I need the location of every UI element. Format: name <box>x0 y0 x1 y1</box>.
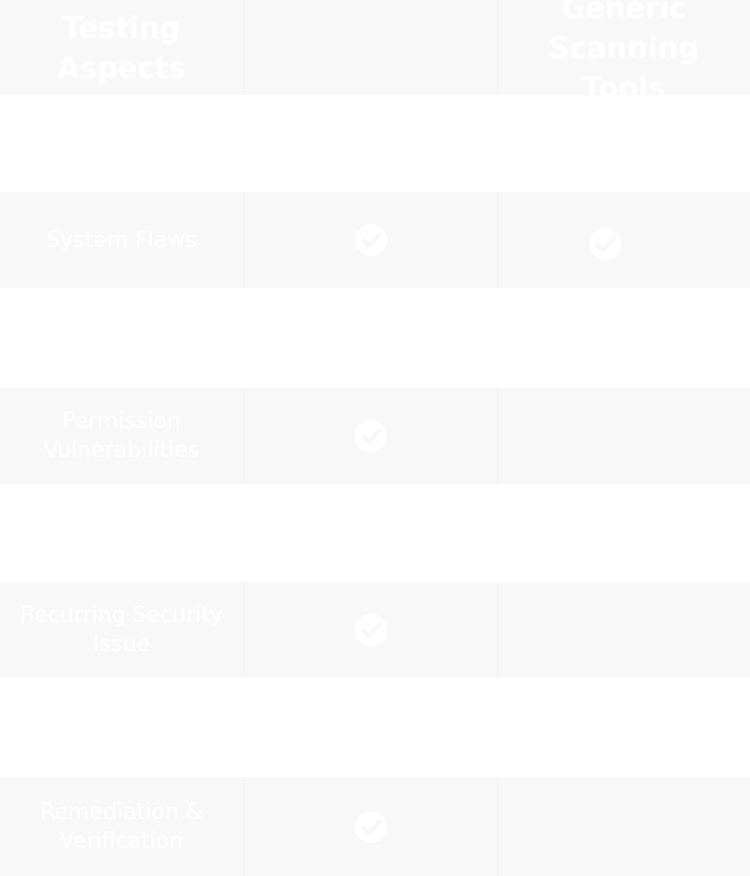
col3-cell <box>497 777 750 876</box>
header-cell-generic-scanning-tools: Generic Scanning Tools <box>497 0 750 105</box>
table-row: Permission Vulnerabilities <box>0 388 750 484</box>
check-circle-icon <box>354 420 387 452</box>
col2-cell <box>243 388 497 484</box>
spacer-row <box>0 484 750 582</box>
header-row: Testing Aspects Generic Scanning Tools <box>0 0 750 105</box>
check-circle-icon <box>354 810 387 843</box>
spacer-row <box>0 288 750 388</box>
aspect-cell: System Flaws <box>0 192 243 288</box>
check-circle-icon <box>354 614 387 646</box>
aspect-cell: Permission Vulnerabilities <box>0 388 243 484</box>
col2-cell <box>243 192 497 288</box>
spacer-row <box>0 678 750 777</box>
table-row: Recurring Security Issue <box>0 582 750 678</box>
aspect-label: Permission Vulnerabilities <box>43 409 200 463</box>
aspect-cell: Remediation & Verification <box>0 777 243 876</box>
aspect-label: System Flaws <box>46 227 197 253</box>
aspect-cell: Recurring Security Issue <box>0 582 243 678</box>
table-row: Remediation & Verification <box>0 777 750 876</box>
table-row: System Flaws <box>0 192 750 288</box>
spacer-row <box>0 95 750 191</box>
col3-cell <box>497 192 750 288</box>
header-cell-testing-aspects: Testing Aspects <box>0 0 243 95</box>
check-circle-icon <box>354 224 387 256</box>
comparison-table: Testing Aspects Generic Scanning Tools S… <box>0 0 750 876</box>
aspect-label: Recurring Security Issue <box>20 603 223 657</box>
header-cell-blank <box>243 0 497 95</box>
col3-cell <box>497 388 750 484</box>
check-circle-icon <box>589 228 621 260</box>
aspect-label: Remediation & Verification <box>40 799 203 854</box>
col3-cell <box>497 582 750 678</box>
col2-cell <box>243 582 497 678</box>
header-label-generic-scanning-tools: Generic Scanning Tools <box>548 0 700 105</box>
col2-cell <box>243 777 497 876</box>
header-label-testing-aspects: Testing Aspects <box>57 10 186 85</box>
